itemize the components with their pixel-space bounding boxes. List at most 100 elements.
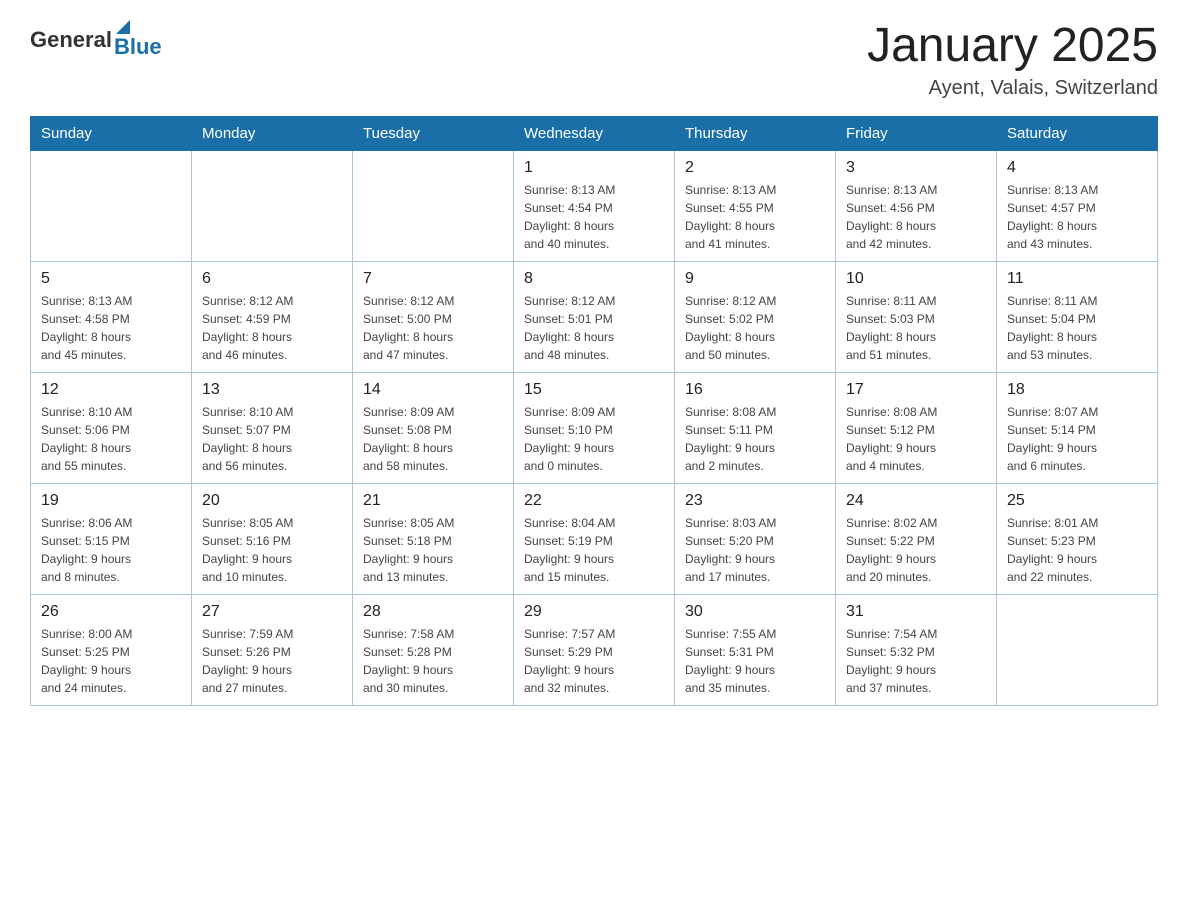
day-number: 20 bbox=[202, 492, 342, 510]
calendar-cell: 2 Sunrise: 8:13 AMSunset: 4:55 PMDaylight… bbox=[675, 150, 836, 261]
day-info: Sunrise: 8:07 AMSunset: 5:14 PMDaylight:… bbox=[1007, 403, 1147, 475]
day-number: 21 bbox=[363, 492, 503, 510]
calendar-cell: 1 Sunrise: 8:13 AMSunset: 4:54 PMDaylight… bbox=[514, 150, 675, 261]
day-info: Sunrise: 7:55 AMSunset: 5:31 PMDaylight:… bbox=[685, 625, 825, 697]
calendar-cell: 9Sunrise: 8:12 AMSunset: 5:02 PMDaylight… bbox=[675, 261, 836, 372]
day-number: 12 bbox=[41, 381, 181, 399]
day-info: Sunrise: 8:00 AMSunset: 5:25 PMDaylight:… bbox=[41, 625, 181, 697]
day-info: Sunrise: 8:12 AMSunset: 5:01 PMDaylight:… bbox=[524, 292, 664, 364]
day-info: Sunrise: 8:03 AMSunset: 5:20 PMDaylight:… bbox=[685, 514, 825, 586]
calendar-cell: 27 Sunrise: 7:59 AMSunset: 5:26 PMDayligh… bbox=[192, 594, 353, 705]
calendar-cell bbox=[997, 594, 1158, 705]
week-row: 1 Sunrise: 8:13 AMSunset: 4:54 PMDaylight… bbox=[31, 150, 1158, 261]
calendar-table: SundayMondayTuesdayWednesdayThursdayFrid… bbox=[30, 116, 1158, 706]
calendar-cell: 18 Sunrise: 8:07 AMSunset: 5:14 PMDayligh… bbox=[997, 372, 1158, 483]
calendar-cell: 19 Sunrise: 8:06 AMSunset: 5:15 PMDayligh… bbox=[31, 483, 192, 594]
calendar-cell: 17 Sunrise: 8:08 AMSunset: 5:12 PMDayligh… bbox=[836, 372, 997, 483]
calendar-cell: 21 Sunrise: 8:05 AMSunset: 5:18 PMDayligh… bbox=[353, 483, 514, 594]
day-number: 8 bbox=[524, 270, 664, 288]
calendar-body: 1 Sunrise: 8:13 AMSunset: 4:54 PMDaylight… bbox=[31, 150, 1158, 705]
day-number: 30 bbox=[685, 603, 825, 621]
calendar-cell: 4 Sunrise: 8:13 AMSunset: 4:57 PMDaylight… bbox=[997, 150, 1158, 261]
day-info: Sunrise: 8:06 AMSunset: 5:15 PMDaylight:… bbox=[41, 514, 181, 586]
day-number: 29 bbox=[524, 603, 664, 621]
logo-blue: Blue bbox=[114, 34, 162, 60]
day-info: Sunrise: 8:05 AMSunset: 5:18 PMDaylight:… bbox=[363, 514, 503, 586]
day-number: 15 bbox=[524, 381, 664, 399]
calendar-cell: 3Sunrise: 8:13 AMSunset: 4:56 PMDaylight… bbox=[836, 150, 997, 261]
day-info: Sunrise: 8:02 AMSunset: 5:22 PMDaylight:… bbox=[846, 514, 986, 586]
logo-general: General bbox=[30, 27, 112, 53]
calendar-cell: 28 Sunrise: 7:58 AMSunset: 5:28 PMDayligh… bbox=[353, 594, 514, 705]
header-sunday: Sunday bbox=[31, 116, 192, 150]
calendar-cell: 25Sunrise: 8:01 AMSunset: 5:23 PMDayligh… bbox=[997, 483, 1158, 594]
day-number: 18 bbox=[1007, 381, 1147, 399]
calendar-cell: 16 Sunrise: 8:08 AMSunset: 5:11 PMDayligh… bbox=[675, 372, 836, 483]
day-number: 5 bbox=[41, 270, 181, 288]
calendar-cell: 13Sunrise: 8:10 AMSunset: 5:07 PMDayligh… bbox=[192, 372, 353, 483]
day-number: 27 bbox=[202, 603, 342, 621]
location: Ayent, Valais, Switzerland bbox=[867, 77, 1158, 100]
page-header: General Blue January 2025 Ayent, Valais,… bbox=[30, 20, 1158, 100]
calendar-cell: 26 Sunrise: 8:00 AMSunset: 5:25 PMDayligh… bbox=[31, 594, 192, 705]
day-number: 14 bbox=[363, 381, 503, 399]
calendar-cell: 10 Sunrise: 8:11 AMSunset: 5:03 PMDayligh… bbox=[836, 261, 997, 372]
day-number: 7 bbox=[363, 270, 503, 288]
day-info: Sunrise: 8:13 AMSunset: 4:56 PMDaylight:… bbox=[846, 181, 986, 253]
day-info: Sunrise: 7:59 AMSunset: 5:26 PMDaylight:… bbox=[202, 625, 342, 697]
day-info: Sunrise: 8:05 AMSunset: 5:16 PMDaylight:… bbox=[202, 514, 342, 586]
month-title: January 2025 bbox=[867, 20, 1158, 73]
day-number: 10 bbox=[846, 270, 986, 288]
day-number: 23 bbox=[685, 492, 825, 510]
day-number: 25 bbox=[1007, 492, 1147, 510]
day-info: Sunrise: 7:57 AMSunset: 5:29 PMDaylight:… bbox=[524, 625, 664, 697]
day-number: 31 bbox=[846, 603, 986, 621]
day-info: Sunrise: 8:08 AMSunset: 5:12 PMDaylight:… bbox=[846, 403, 986, 475]
day-info: Sunrise: 8:13 AMSunset: 4:57 PMDaylight:… bbox=[1007, 181, 1147, 253]
header-tuesday: Tuesday bbox=[353, 116, 514, 150]
day-number: 26 bbox=[41, 603, 181, 621]
day-info: Sunrise: 8:13 AMSunset: 4:54 PMDaylight:… bbox=[524, 181, 664, 253]
calendar-cell: 22 Sunrise: 8:04 AMSunset: 5:19 PMDayligh… bbox=[514, 483, 675, 594]
day-number: 28 bbox=[363, 603, 503, 621]
calendar-cell bbox=[353, 150, 514, 261]
week-row: 5 Sunrise: 8:13 AMSunset: 4:58 PMDaylight… bbox=[31, 261, 1158, 372]
day-info: Sunrise: 8:13 AMSunset: 4:58 PMDaylight:… bbox=[41, 292, 181, 364]
day-info: Sunrise: 8:12 AMSunset: 5:00 PMDaylight:… bbox=[363, 292, 503, 364]
day-info: Sunrise: 7:58 AMSunset: 5:28 PMDaylight:… bbox=[363, 625, 503, 697]
day-info: Sunrise: 7:54 AMSunset: 5:32 PMDaylight:… bbox=[846, 625, 986, 697]
day-info: Sunrise: 8:11 AMSunset: 5:03 PMDaylight:… bbox=[846, 292, 986, 364]
day-info: Sunrise: 8:12 AMSunset: 4:59 PMDaylight:… bbox=[202, 292, 342, 364]
day-number: 9 bbox=[685, 270, 825, 288]
day-number: 16 bbox=[685, 381, 825, 399]
day-info: Sunrise: 8:10 AMSunset: 5:06 PMDaylight:… bbox=[41, 403, 181, 475]
day-number: 22 bbox=[524, 492, 664, 510]
day-info: Sunrise: 8:09 AMSunset: 5:08 PMDaylight:… bbox=[363, 403, 503, 475]
calendar-cell: 15 Sunrise: 8:09 AMSunset: 5:10 PMDayligh… bbox=[514, 372, 675, 483]
day-number: 24 bbox=[846, 492, 986, 510]
day-number: 1 bbox=[524, 159, 664, 177]
calendar-cell: 11Sunrise: 8:11 AMSunset: 5:04 PMDayligh… bbox=[997, 261, 1158, 372]
day-number: 2 bbox=[685, 159, 825, 177]
day-number: 13 bbox=[202, 381, 342, 399]
title-block: January 2025 Ayent, Valais, Switzerland bbox=[867, 20, 1158, 100]
calendar-cell: 23 Sunrise: 8:03 AMSunset: 5:20 PMDayligh… bbox=[675, 483, 836, 594]
calendar-cell: 12 Sunrise: 8:10 AMSunset: 5:06 PMDayligh… bbox=[31, 372, 192, 483]
calendar-cell: 14 Sunrise: 8:09 AMSunset: 5:08 PMDayligh… bbox=[353, 372, 514, 483]
calendar-cell: 20 Sunrise: 8:05 AMSunset: 5:16 PMDayligh… bbox=[192, 483, 353, 594]
day-info: Sunrise: 8:04 AMSunset: 5:19 PMDaylight:… bbox=[524, 514, 664, 586]
header-saturday: Saturday bbox=[997, 116, 1158, 150]
week-row: 19 Sunrise: 8:06 AMSunset: 5:15 PMDayligh… bbox=[31, 483, 1158, 594]
day-info: Sunrise: 8:11 AMSunset: 5:04 PMDaylight:… bbox=[1007, 292, 1147, 364]
header-wednesday: Wednesday bbox=[514, 116, 675, 150]
day-info: Sunrise: 8:09 AMSunset: 5:10 PMDaylight:… bbox=[524, 403, 664, 475]
day-number: 4 bbox=[1007, 159, 1147, 177]
header-thursday: Thursday bbox=[675, 116, 836, 150]
day-number: 19 bbox=[41, 492, 181, 510]
day-info: Sunrise: 8:13 AMSunset: 4:55 PMDaylight:… bbox=[685, 181, 825, 253]
header-friday: Friday bbox=[836, 116, 997, 150]
day-number: 17 bbox=[846, 381, 986, 399]
calendar-cell: 7 Sunrise: 8:12 AMSunset: 5:00 PMDaylight… bbox=[353, 261, 514, 372]
day-info: Sunrise: 8:08 AMSunset: 5:11 PMDaylight:… bbox=[685, 403, 825, 475]
calendar-cell: 30 Sunrise: 7:55 AMSunset: 5:31 PMDayligh… bbox=[675, 594, 836, 705]
